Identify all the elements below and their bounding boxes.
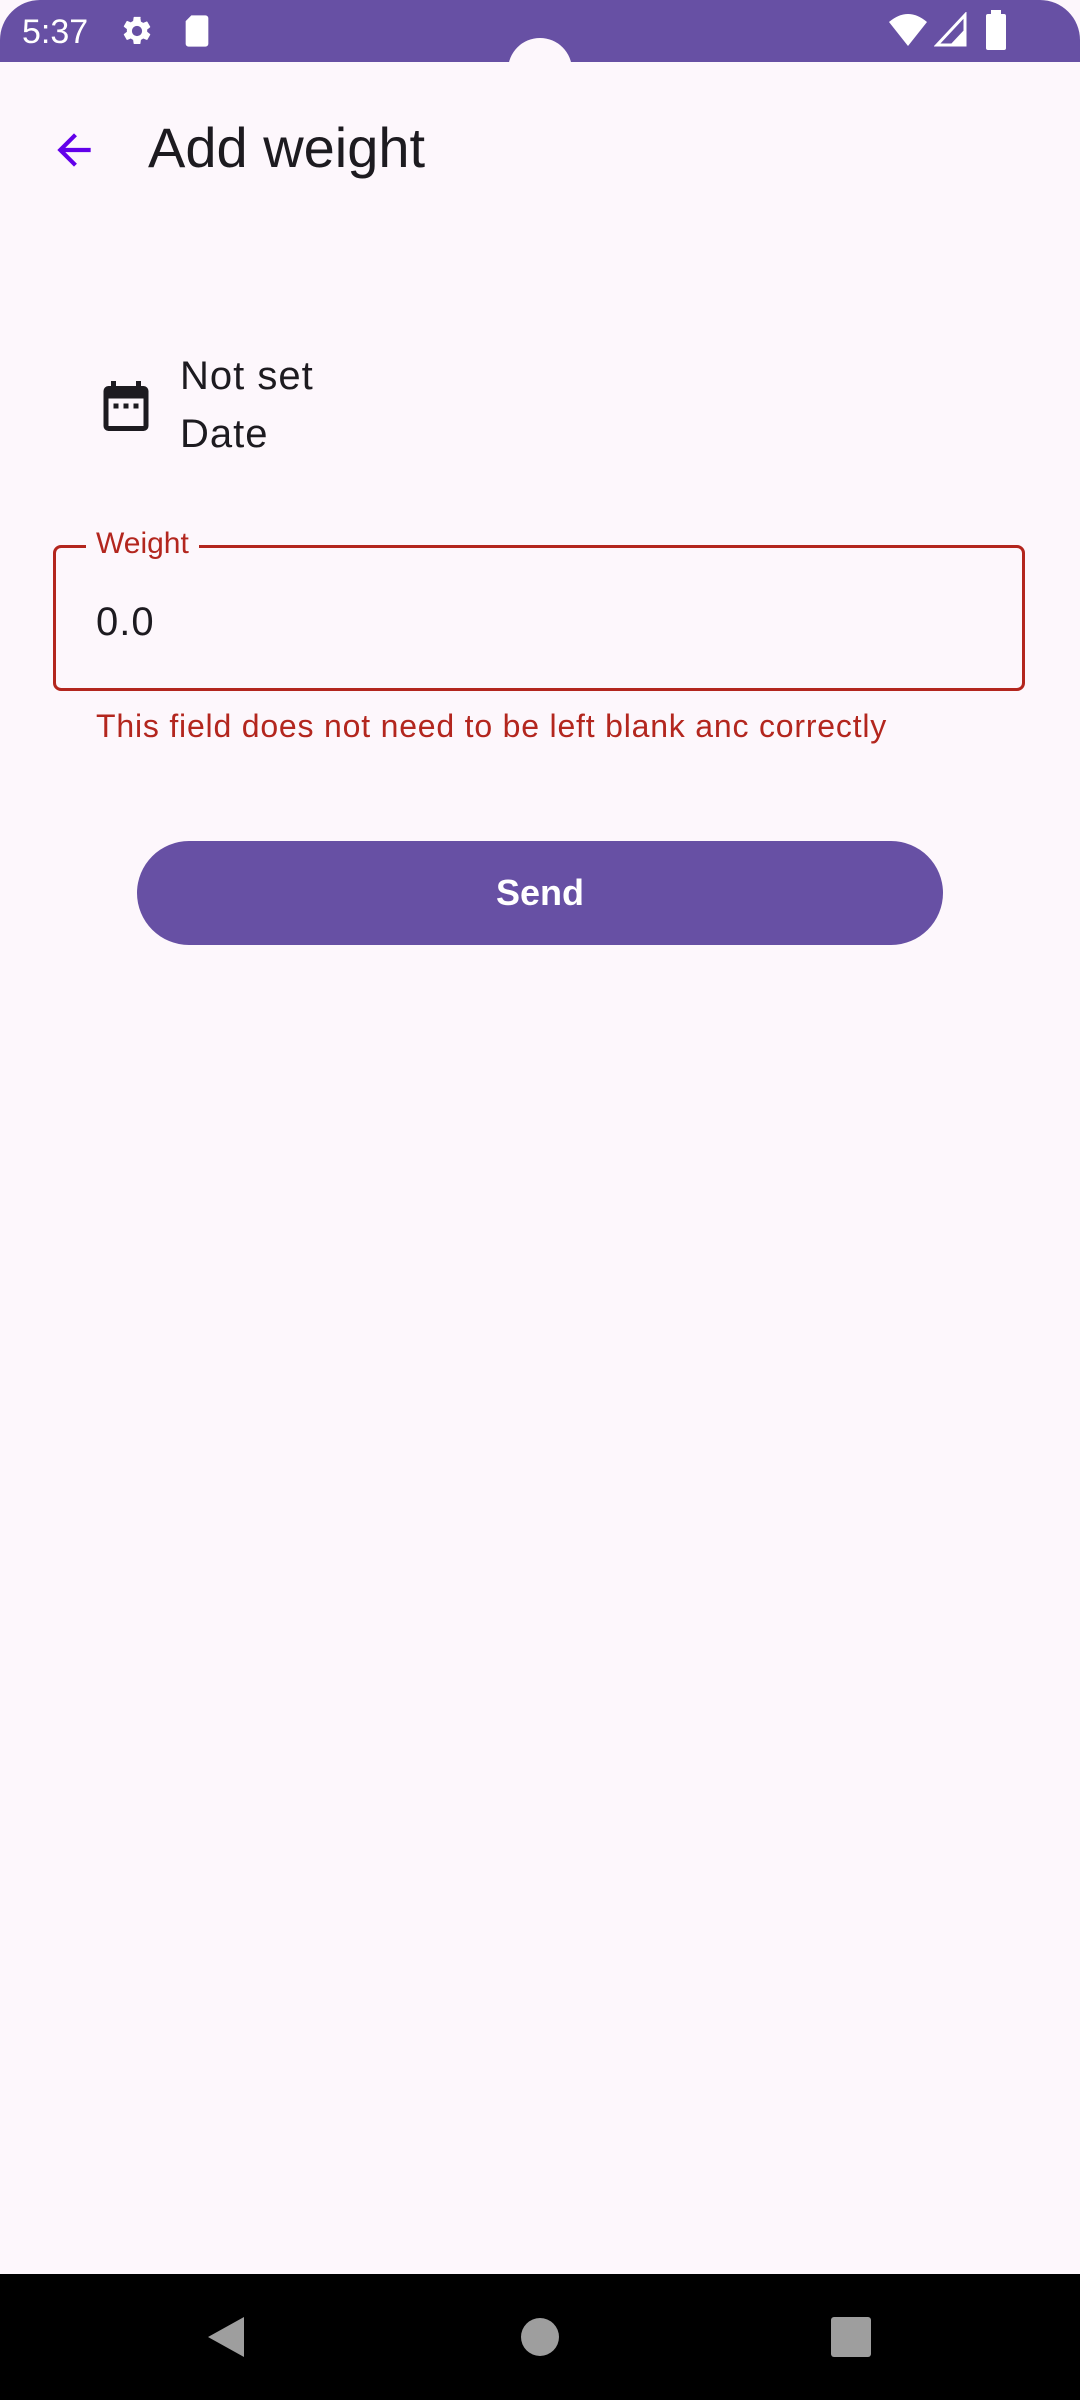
date-label: Date xyxy=(180,412,269,456)
weight-error-message: This field does not need to be left blan… xyxy=(96,708,888,744)
wifi-icon xyxy=(889,14,927,46)
gear-icon xyxy=(123,16,151,45)
page-title: Add weight xyxy=(148,116,426,179)
back-button[interactable] xyxy=(38,114,110,186)
calendar-icon xyxy=(103,381,149,431)
weight-field[interactable]: Weight xyxy=(53,524,1025,691)
sd-card-icon xyxy=(185,15,209,47)
weight-field-label: Weight xyxy=(86,524,199,564)
home-circle-icon xyxy=(521,2318,559,2356)
status-time: 5:37 xyxy=(22,13,89,51)
top-app-bar: Add weight xyxy=(0,62,1080,234)
send-button[interactable]: Send xyxy=(137,841,943,945)
system-navigation-bar xyxy=(0,2274,1080,2400)
nav-back-button[interactable] xyxy=(146,2274,306,2400)
recents-square-icon xyxy=(831,2317,871,2357)
arrow-back-icon xyxy=(57,133,91,167)
nav-recents-button[interactable] xyxy=(771,2274,931,2400)
date-value: Not set xyxy=(180,354,314,398)
date-selector[interactable]: Not set Date xyxy=(96,350,696,470)
back-triangle-icon xyxy=(208,2317,244,2357)
weight-input[interactable] xyxy=(96,596,976,648)
battery-icon xyxy=(986,10,1006,50)
nav-home-button[interactable] xyxy=(460,2274,620,2400)
cellular-signal-icon xyxy=(934,12,967,47)
